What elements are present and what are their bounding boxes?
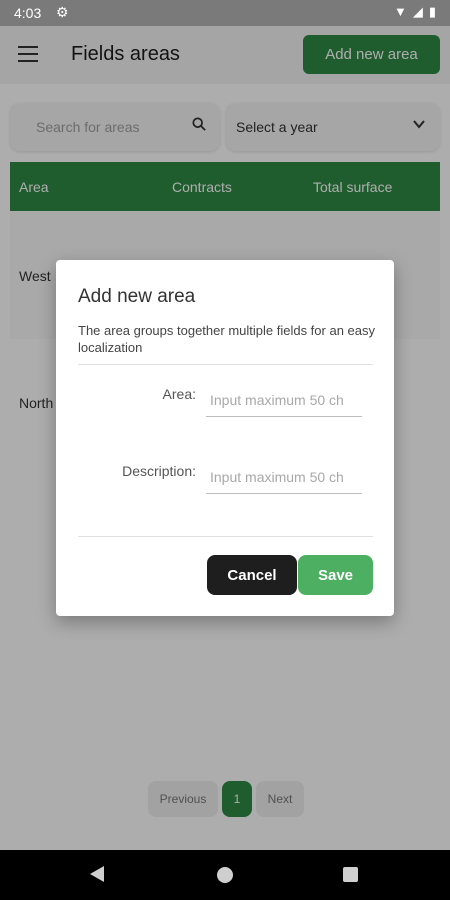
- cancel-button[interactable]: Cancel: [207, 555, 297, 595]
- divider: [78, 364, 373, 365]
- recent-apps-icon[interactable]: [343, 867, 358, 882]
- battery-icon: ▮: [428, 4, 436, 19]
- back-icon[interactable]: [90, 866, 104, 882]
- description-input[interactable]: Input maximum 50 ch: [206, 461, 362, 494]
- settings-gear-icon: ⚙: [56, 4, 69, 20]
- divider: [78, 536, 373, 537]
- status-bar: 4:03 ⚙ ▼ ◢ ▮: [0, 0, 450, 26]
- signal-icon: ◢: [412, 4, 423, 19]
- system-nav-bar: [0, 850, 450, 900]
- area-label: Area:: [162, 386, 196, 402]
- home-icon[interactable]: [217, 867, 233, 883]
- description-input-placeholder: Input maximum 50 ch: [210, 469, 344, 485]
- add-area-dialog: Add new area The area groups together mu…: [56, 260, 394, 616]
- dialog-description: The area groups together multiple fields…: [78, 323, 376, 355]
- wifi-icon: ▼: [393, 4, 407, 19]
- area-input[interactable]: Input maximum 50 ch: [206, 384, 362, 417]
- dialog-title: Add new area: [78, 286, 196, 307]
- status-time: 4:03: [14, 5, 42, 21]
- save-button[interactable]: Save: [298, 555, 373, 595]
- area-input-placeholder: Input maximum 50 ch: [210, 392, 344, 408]
- description-label: Description:: [122, 463, 196, 479]
- status-icons: ▼ ◢ ▮: [394, 4, 436, 20]
